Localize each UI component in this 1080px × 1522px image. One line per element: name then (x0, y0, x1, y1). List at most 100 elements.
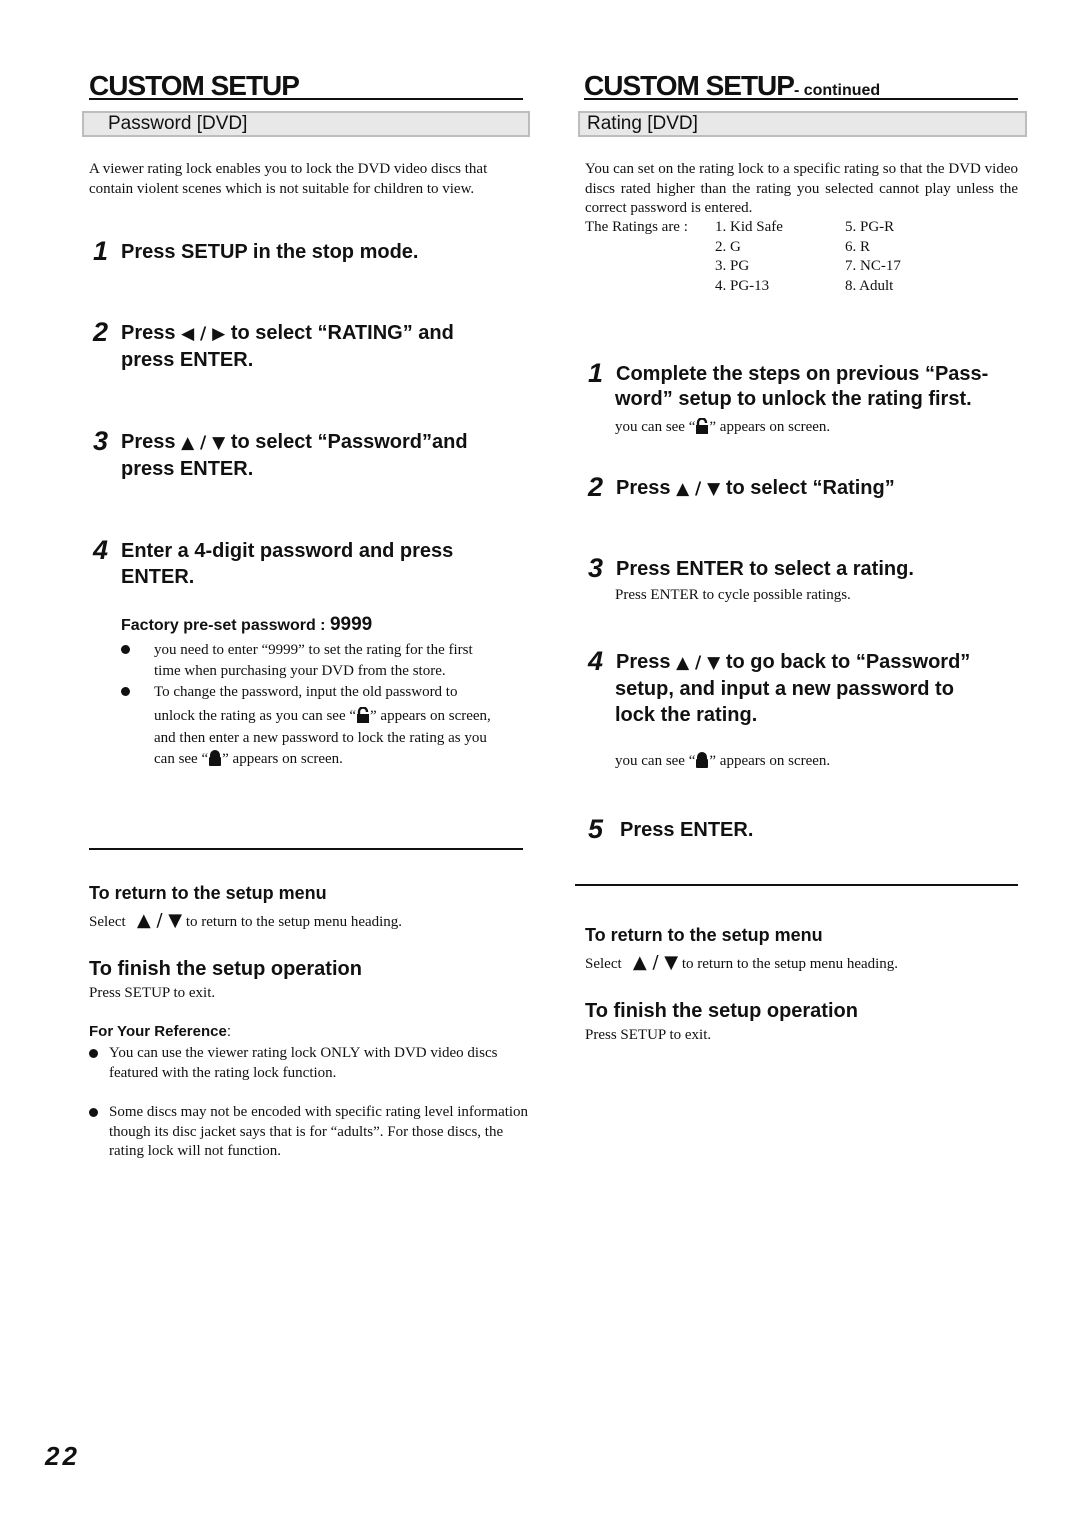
right-finish-text: Press SETUP to exit. (585, 1027, 712, 1043)
bullet-text: To change the password, input the old pa… (154, 684, 458, 700)
rating-item: 4. PG-13 (715, 277, 770, 294)
section-header-rating: Rating [DVD] (578, 111, 1027, 137)
title-suffix: - continued (793, 82, 881, 99)
rating-item: 8. Adult (845, 277, 894, 294)
step-number: 2 (588, 472, 604, 502)
right-step-5: 5 Press ENTER. (588, 816, 1028, 843)
rating-intro: You can set on the rating lock to a spec… (585, 161, 1018, 216)
right-title-text: CUSTOM SETUP (584, 70, 795, 101)
up-down-arrow-icon: ▲ / ▼ (676, 479, 721, 499)
step-number: 1 (588, 358, 604, 388)
text: to return to the setup menu heading. (185, 914, 403, 930)
ratings-row: 2. G 6. R (585, 238, 901, 258)
right-step-3: 3 Press ENTER to select a rating. (588, 555, 1028, 582)
up-down-arrow-icon: ▲ / ▼ (136, 910, 183, 931)
step-text: Press ENTER to select a rating. (616, 558, 914, 580)
rating-item: 7. NC-17 (845, 258, 901, 274)
bullet-text: and then enter a new password to lock th… (154, 730, 487, 746)
text: to return to the setup menu heading. (681, 956, 899, 972)
step-text: Press ENTER. (620, 819, 754, 841)
step-number: 3 (588, 553, 604, 583)
colon: : (226, 1023, 231, 1040)
step-number: 2 (93, 317, 109, 347)
step-text: Press (616, 477, 671, 499)
bullet-text: time when purchasing your DVD from the s… (154, 663, 446, 679)
reference-label-text: For Your Reference (89, 1023, 227, 1040)
left-finish-heading: To finish the setup operation (89, 958, 362, 980)
left-right-arrow-icon: ◀ / ▶ (181, 324, 226, 344)
section-header-password: Password [DVD] (82, 111, 530, 137)
text: Select (585, 956, 622, 972)
text: ” appears on screen, (370, 708, 491, 724)
text: ” appears on screen. (709, 419, 831, 435)
bullet-text: unlock the rating as you can see “ ” appe… (154, 706, 531, 727)
right-step-4-note: you can see “ ” appears on screen. (615, 752, 830, 772)
reference-list: You can use the viewer rating lock ONLY … (89, 1044, 531, 1162)
step-text-line2: press ENTER. (121, 458, 254, 480)
bullet-icon (121, 687, 130, 696)
right-divider (575, 884, 1018, 886)
page-number: 22 (45, 1441, 80, 1471)
up-down-arrow-icon: ▲ / ▼ (632, 952, 679, 973)
rating-item: 2. G (715, 238, 741, 255)
rating-item: 6. R (845, 238, 871, 255)
step-text-line2: word” setup to unlock the rating first. (615, 388, 972, 410)
ratings-label: The Ratings are : (585, 219, 688, 235)
bullet-icon (89, 1108, 98, 1117)
right-step-1: 1 Complete the steps on previous “Pass- w… (588, 358, 1028, 412)
bullet-icon (121, 645, 130, 654)
left-title-rule (89, 98, 523, 100)
left-finish-text: Press SETUP to exit. (89, 985, 216, 1001)
up-down-arrow-icon: ▲ / ▼ (676, 653, 721, 673)
bullet-text: can see “ ” appears on screen. (154, 749, 531, 770)
text: unlock the rating as you can see “ (154, 708, 357, 724)
step-text: Press (121, 431, 176, 453)
ratings-row: 4. PG-13 8. Adult (585, 277, 901, 297)
right-finish-heading: To finish the setup operation (585, 1000, 858, 1022)
factory-password-label: Factory pre-set password : (121, 617, 330, 634)
left-step-2: 2 Press ◀ / ▶ to select “RATING” and pres… (93, 319, 533, 373)
right-step-1-note: you can see “ ” appears on screen. (615, 418, 830, 438)
factory-password-value: 9999 (329, 614, 373, 635)
reference-item: Some discs may not be encoded with speci… (89, 1103, 531, 1162)
right-step-3-note: Press ENTER to cycle possible ratings. (615, 587, 851, 603)
step-text: Enter a 4-digit password and press (121, 540, 454, 562)
step-number: 4 (93, 535, 109, 565)
left-step-1: 1 Press SETUP in the stop mode. (93, 238, 533, 265)
step-text-line2: press ENTER. (121, 349, 254, 371)
locked-padlock-icon (696, 752, 709, 768)
left-return-heading: To return to the setup menu (89, 883, 327, 903)
step-text-line2: ENTER. (121, 566, 195, 588)
step-text: to select “Rating” (720, 477, 895, 499)
ratings-table: The Ratings are : 1. Kid Safe 5. PG-R 2.… (585, 218, 901, 296)
left-divider (89, 848, 523, 850)
left-step-4: 4 Enter a 4-digit password and press ENTE… (93, 537, 533, 590)
text: you can see “ (615, 753, 696, 769)
right-page-title: CUSTOM SETUP- continued (584, 70, 880, 107)
step-text: to go back to “Password” (720, 651, 971, 673)
right-return-heading: To return to the setup menu (585, 925, 823, 945)
step-text-line3: lock the rating. (615, 704, 758, 726)
step-text: Complete the steps on previous “Pass- (616, 363, 989, 385)
rating-item: 5. PG-R (845, 219, 895, 235)
reference-label: For Your Reference: (89, 1023, 231, 1041)
right-title-rule (584, 98, 1018, 100)
unlocked-padlock-icon (357, 707, 370, 723)
ratings-row: The Ratings are : 1. Kid Safe 5. PG-R (585, 218, 901, 238)
step-text: to select “Password”and (230, 431, 468, 453)
step-number: 5 (588, 814, 604, 844)
bullet-icon (89, 1049, 98, 1058)
unlocked-padlock-icon (696, 418, 709, 434)
up-down-arrow-icon: ▲ / ▼ (181, 433, 226, 453)
step-text: Press (121, 322, 176, 344)
text: ” appears on screen. (222, 751, 343, 767)
right-return-text: Select ▲ / ▼ to return to the setup menu… (585, 953, 898, 975)
step-number: 1 (93, 236, 109, 266)
locked-padlock-icon (209, 750, 222, 766)
section-title-rating: Rating [DVD] (587, 113, 698, 134)
left-step-3: 3 Press ▲ / ▼ to select “Password”and pre… (93, 428, 533, 482)
left-title-text: CUSTOM SETUP (89, 70, 300, 101)
text: Select (89, 914, 126, 930)
reference-item: You can use the viewer rating lock ONLY … (89, 1044, 531, 1083)
step-number: 4 (588, 646, 604, 676)
